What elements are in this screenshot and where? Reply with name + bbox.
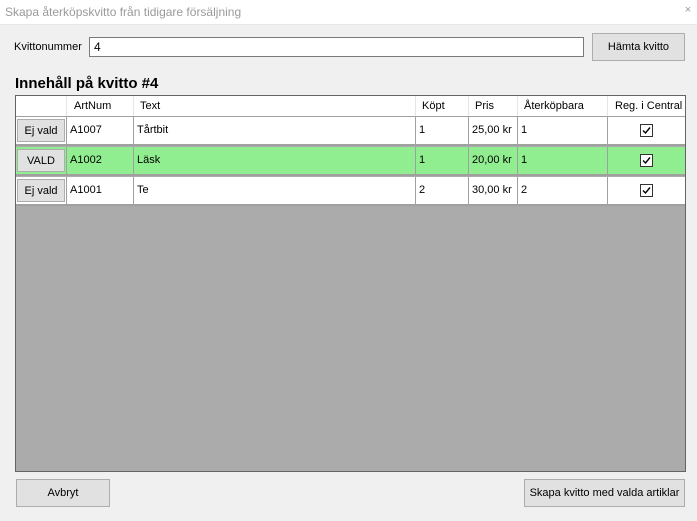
cell-artnum[interactable]: A1002 (67, 147, 134, 174)
cell-text[interactable]: Läsk (134, 147, 416, 174)
cell-aterkopbara[interactable]: 1 (518, 117, 608, 144)
cell-kopt[interactable]: 1 (416, 147, 469, 174)
checkmark-icon (642, 127, 651, 135)
cell-text[interactable]: Tårtbit (134, 117, 416, 144)
cell-artnum[interactable]: A1007 (67, 117, 134, 144)
table-row[interactable]: VALD A1002 Läsk 1 20,00 kr 1 (16, 147, 685, 176)
window-title: Skapa återköpskvitto från tidigare försä… (5, 5, 242, 19)
reg-central-checkbox[interactable] (640, 154, 653, 167)
row-select-button[interactable]: Ej vald (17, 119, 65, 142)
cell-kopt[interactable]: 2 (416, 177, 469, 204)
cell-pris[interactable]: 20,00 kr (469, 147, 518, 174)
grid-header: ArtNum Text Köpt Pris Återköpbara Reg. i… (16, 96, 685, 117)
cell-aterkopbara[interactable]: 1 (518, 147, 608, 174)
cancel-button[interactable]: Avbryt (16, 479, 110, 507)
cell-kopt[interactable]: 1 (416, 117, 469, 144)
column-header-text[interactable]: Text (134, 96, 416, 116)
kvittonummer-input[interactable]: 4 (89, 37, 584, 57)
cell-select: VALD (16, 147, 67, 174)
title-bar: Skapa återköpskvitto från tidigare försä… (0, 0, 697, 25)
cell-text[interactable]: Te (134, 177, 416, 204)
cell-aterkopbara[interactable]: 2 (518, 177, 608, 204)
column-header-kopt[interactable]: Köpt (416, 96, 469, 116)
column-header-aterkopbara[interactable]: Återköpbara (518, 96, 608, 116)
column-header-reg-central[interactable]: Reg. i Central (608, 96, 685, 116)
column-header-select[interactable] (16, 96, 67, 116)
cell-pris[interactable]: 25,00 kr (469, 117, 518, 144)
kvittonummer-label: Kvittonummer (14, 41, 82, 53)
cell-reg-central (608, 147, 685, 174)
cell-reg-central (608, 177, 685, 204)
cell-artnum[interactable]: A1001 (67, 177, 134, 204)
cell-select: Ej vald (16, 177, 67, 204)
row-select-button[interactable]: Ej vald (17, 179, 65, 202)
cell-reg-central (608, 117, 685, 144)
create-receipt-button[interactable]: Skapa kvitto med valda artiklar (524, 479, 685, 507)
fetch-receipt-button[interactable]: Hämta kvitto (592, 33, 685, 61)
column-header-pris[interactable]: Pris (469, 96, 518, 116)
checkmark-icon (642, 157, 651, 165)
row-select-button[interactable]: VALD (17, 149, 65, 172)
close-icon[interactable]: × (679, 0, 697, 20)
receipt-heading: Innehåll på kvitto #4 (15, 75, 159, 92)
cell-select: Ej vald (16, 117, 67, 144)
checkmark-icon (642, 187, 651, 195)
receipt-grid[interactable]: ArtNum Text Köpt Pris Återköpbara Reg. i… (15, 95, 686, 472)
cell-pris[interactable]: 30,00 kr (469, 177, 518, 204)
table-row[interactable]: Ej vald A1001 Te 2 30,00 kr 2 (16, 177, 685, 206)
reg-central-checkbox[interactable] (640, 124, 653, 137)
column-header-artnum[interactable]: ArtNum (67, 96, 134, 116)
table-row[interactable]: Ej vald A1007 Tårtbit 1 25,00 kr 1 (16, 117, 685, 146)
reg-central-checkbox[interactable] (640, 184, 653, 197)
